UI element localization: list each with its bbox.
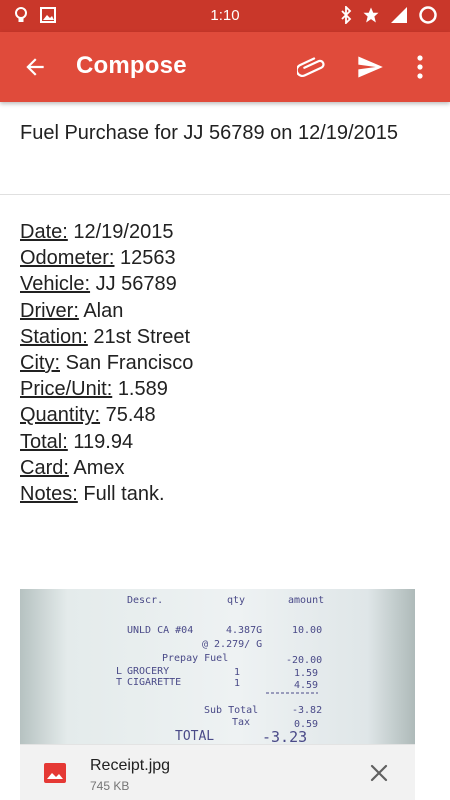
receipt-header-descr: Descr. <box>127 595 163 606</box>
status-bar: 1:10 <box>0 0 450 32</box>
receipt-item1-amount: 1.59 <box>294 668 318 679</box>
receipt-prepay-desc: Prepay Fuel <box>162 653 228 664</box>
field-label: Station: <box>20 325 88 348</box>
field-label: Total: <box>20 430 68 453</box>
field-value: 119.94 <box>73 430 134 453</box>
receipt-line1-amount: 10.00 <box>292 625 322 636</box>
status-right-icons <box>340 5 438 25</box>
page-title: Compose <box>76 52 187 79</box>
message-body[interactable]: Date: 12/19/2015 Odometer: 12563 Vehicle… <box>20 219 430 507</box>
receipt-header-qty: qty <box>227 595 245 606</box>
receipt-item2-flag: T <box>116 677 122 688</box>
receipt-total-label: TOTAL <box>175 729 214 744</box>
field-label: Odometer: <box>20 247 115 270</box>
receipt-total-amount: -3.23 <box>262 728 307 744</box>
receipt-item1-qty: 1 <box>234 667 240 678</box>
back-arrow-icon[interactable] <box>22 54 48 80</box>
receipt-item2-desc: CIGARETTE <box>127 677 181 688</box>
more-vert-icon[interactable] <box>412 53 428 81</box>
field-label: Driver: <box>20 299 79 322</box>
field-driver: Driver: Alan <box>20 298 430 324</box>
receipt-item1-desc: GROCERY <box>127 666 169 677</box>
field-label: Vehicle: <box>20 273 91 296</box>
receipt-unit-price: @ 2.279/ G <box>202 639 262 650</box>
battery-icon <box>419 6 437 24</box>
attachment-file-name: Receipt.jpg <box>90 757 171 774</box>
receipt-image: Descr. qty amount UNLD CA #04 4.387G 10.… <box>20 589 415 744</box>
field-label: Notes: <box>20 483 78 506</box>
receipt-subtotal-label: Sub Total <box>204 705 258 716</box>
field-value: 21st Street <box>93 325 191 348</box>
field-value: 75.48 <box>105 404 156 427</box>
field-odometer: Odometer: 12563 <box>20 245 430 271</box>
receipt-line1-desc: UNLD CA #04 <box>127 625 193 636</box>
field-value: Amex <box>73 456 125 479</box>
subject-field[interactable]: Fuel Purchase for JJ 56789 on 12/19/2015 <box>20 120 430 147</box>
receipt-tax-label: Tax <box>232 717 250 728</box>
close-icon[interactable] <box>369 763 389 783</box>
field-value: 12/19/2015 <box>73 221 174 243</box>
field-value: San Francisco <box>65 352 194 375</box>
receipt-item1-flag: L <box>116 666 122 677</box>
field-city: City: San Francisco <box>20 350 430 376</box>
field-vehicle: Vehicle: JJ 56789 <box>20 271 430 297</box>
signal-icon <box>391 7 407 23</box>
receipt-item2-amount: 4.59 <box>294 680 318 691</box>
app-bar: Compose <box>0 32 450 102</box>
field-date: Date: 12/19/2015 <box>20 219 430 245</box>
attachment-card[interactable]: Descr. qty amount UNLD CA #04 4.387G 10.… <box>20 589 415 800</box>
attachment-info-bar: Receipt.jpg 745 KB <box>20 744 415 800</box>
field-label: Price/Unit: <box>20 378 113 401</box>
send-icon[interactable] <box>355 53 385 81</box>
divider <box>0 194 450 195</box>
receipt-header-amount: amount <box>288 595 324 606</box>
image-file-icon <box>44 763 66 783</box>
field-value: 12563 <box>120 247 176 270</box>
receipt-prepay-amount: -20.00 <box>286 655 322 666</box>
field-quantity: Quantity: 75.48 <box>20 402 430 428</box>
field-value: 1.589 <box>117 378 168 401</box>
field-label: Quantity: <box>20 404 101 427</box>
field-total: Total: 119.94 <box>20 429 430 455</box>
paperclip-icon[interactable] <box>297 54 325 80</box>
bluetooth-icon <box>341 6 352 24</box>
field-notes: Notes: Full tank. <box>20 481 430 507</box>
field-label: Date: <box>20 221 68 243</box>
field-value: Full tank. <box>83 483 165 506</box>
field-label: City: <box>20 352 60 375</box>
receipt-subtotal-amount: -3.82 <box>292 705 322 716</box>
field-value: JJ 56789 <box>95 273 177 296</box>
receipt-item2-qty: 1 <box>234 678 240 689</box>
star-icon <box>363 7 379 23</box>
field-value: Alan <box>83 299 124 322</box>
field-station: Station: 21st Street <box>20 324 430 350</box>
field-label: Card: <box>20 456 69 479</box>
field-card: Card: Amex <box>20 455 430 481</box>
receipt-line1-qty: 4.387G <box>226 625 262 636</box>
attachment-file-size: 745 KB <box>90 779 130 793</box>
field-price-unit: Price/Unit: 1.589 <box>20 376 430 402</box>
